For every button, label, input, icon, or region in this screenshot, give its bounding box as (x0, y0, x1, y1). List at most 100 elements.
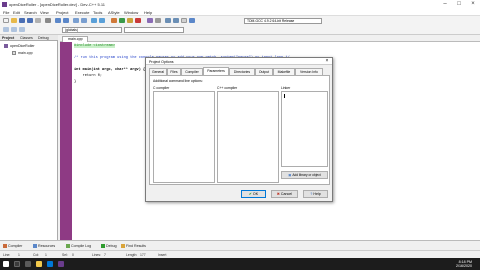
menu-astyle[interactable]: AStyle (108, 10, 120, 15)
save-all-icon[interactable] (27, 18, 33, 23)
debug-check-icon (101, 244, 105, 248)
replace-icon[interactable] (81, 18, 87, 23)
compiler-select[interactable]: TDM-GCC 4.9.2 64-bit Release (244, 18, 322, 24)
menu-view[interactable]: View (40, 10, 49, 15)
cancel-label: Cancel (280, 192, 293, 196)
devcpp-taskbar-icon[interactable] (58, 261, 64, 267)
desktop-screen: openDiceRoller - [openDiceRoller.dev] - … (0, 0, 480, 270)
task-view-icon[interactable] (25, 261, 31, 267)
search-icon[interactable] (14, 261, 20, 267)
tab-classes[interactable]: Classes (20, 36, 33, 40)
cpp-compiler-textarea[interactable] (217, 91, 279, 183)
find-results-icon (121, 244, 125, 248)
tab-makefile[interactable]: Makefile (273, 68, 295, 75)
cpp-compiler-label: C++ compiler (217, 86, 238, 90)
run-icon[interactable] (119, 18, 125, 23)
cancel-button[interactable]: ✖Cancel (271, 190, 298, 198)
toolbar: TDM-GCC 4.9.2 64-bit Release (globals) (0, 16, 480, 35)
clock[interactable]: 8:18 PM 2/16/2020 (456, 260, 472, 268)
new-file-icon[interactable] (3, 18, 9, 23)
tab-compile-log-label: Compile Log (71, 244, 92, 248)
menu-window[interactable]: Window (124, 10, 138, 15)
scope-select[interactable]: (globals) (62, 27, 122, 33)
tab-compile-log[interactable]: Compile Log (66, 244, 91, 248)
symbol-select[interactable] (124, 27, 184, 33)
title-bar: openDiceRoller - [openDiceRoller.dev] - … (0, 0, 480, 9)
close-button[interactable]: × (466, 0, 480, 9)
tree-project-node[interactable]: openDiceRoller (4, 44, 35, 48)
dialog-title: Project Options (149, 59, 174, 64)
unindent-icon[interactable] (99, 18, 105, 23)
ok-button[interactable]: ✔OK (241, 190, 266, 198)
class-icon[interactable] (173, 18, 179, 23)
profile-icon[interactable] (155, 18, 161, 23)
debug-icon[interactable] (147, 18, 153, 23)
options-icon[interactable] (181, 18, 187, 23)
c-compiler-textarea[interactable] (153, 91, 215, 183)
toggle-bookmark-icon[interactable] (11, 27, 17, 32)
tab-project[interactable]: Project (2, 36, 14, 40)
menu-edit[interactable]: Edit (13, 10, 20, 15)
help-label: Help (313, 192, 321, 196)
maximize-button[interactable]: □ (452, 0, 466, 9)
tab-resources[interactable]: Resources (33, 244, 55, 248)
tab-version-info[interactable]: Version Info (295, 68, 323, 75)
goto-bookmark-icon[interactable] (19, 27, 25, 32)
check-icon: ✔ (248, 192, 252, 196)
compile-run-icon[interactable] (127, 18, 133, 23)
add-library-button[interactable]: ▣Add library or object (281, 171, 328, 179)
compile-icon[interactable] (111, 18, 117, 23)
find-icon[interactable] (73, 18, 79, 23)
tab-output[interactable]: Output (255, 68, 273, 75)
project-icon[interactable] (165, 18, 171, 23)
undo-icon[interactable] (55, 18, 61, 23)
status-col-label: Col: (33, 253, 40, 257)
menu-project[interactable]: Project (56, 10, 68, 15)
tab-compiler-label: Compiler (8, 244, 23, 248)
insert-icon[interactable] (3, 27, 9, 32)
tree-file-node[interactable]: main.cpp (12, 51, 33, 55)
code-line: #include <iostream> (74, 44, 115, 48)
save-icon[interactable] (19, 18, 25, 23)
clock-date: 2/16/2020 (456, 264, 472, 268)
tab-compiler-options[interactable]: Compiler (181, 68, 203, 75)
menu-search[interactable]: Search (24, 10, 37, 15)
indent-icon[interactable] (91, 18, 97, 23)
status-mode: Insert (158, 253, 167, 257)
project-options-dialog: Project Options × General Files Compiler… (145, 57, 333, 202)
menu-execute[interactable]: Execute (75, 10, 89, 15)
code-line: return 0; (74, 74, 103, 78)
help-button[interactable]: ?Help (303, 190, 328, 198)
linker-textarea[interactable] (281, 91, 328, 167)
dialog-close-button[interactable]: × (324, 58, 330, 65)
tab-general[interactable]: General (149, 68, 167, 75)
menu-help[interactable]: Help (144, 10, 152, 15)
redo-icon[interactable] (63, 18, 69, 23)
code-line: } (74, 80, 77, 84)
file-icon (12, 51, 16, 55)
rebuild-icon[interactable] (135, 18, 141, 23)
edge-icon[interactable] (47, 261, 53, 267)
print-icon[interactable] (45, 18, 51, 23)
tab-resources-label: Resources (38, 244, 56, 248)
status-lines-value: 7 (104, 253, 106, 257)
tab-directories[interactable]: Directories (229, 68, 255, 75)
close-file-icon[interactable] (35, 18, 41, 23)
c-compiler-label: C compiler (153, 86, 170, 90)
open-folder-icon[interactable] (11, 18, 17, 23)
help-icon[interactable] (189, 18, 195, 23)
tab-parameters[interactable]: Parameters (203, 67, 229, 75)
tab-compiler[interactable]: Compiler (3, 244, 22, 248)
file-explorer-icon[interactable] (36, 261, 42, 267)
additional-options-label: Additional command line options: (153, 79, 203, 83)
line-gutter (60, 42, 72, 240)
tab-files[interactable]: Files (167, 68, 181, 75)
minimize-button[interactable]: – (438, 0, 452, 9)
tab-find-results[interactable]: Find Results (121, 244, 146, 248)
menu-file[interactable]: File (3, 10, 9, 15)
bottom-panel-tabs: Compiler Resources Compile Log Debug Fin… (0, 240, 480, 250)
tab-debug-bottom[interactable]: Debug (101, 244, 117, 248)
menu-tools[interactable]: Tools (93, 10, 102, 15)
start-icon[interactable] (3, 261, 9, 267)
tab-debug[interactable]: Debug (38, 36, 49, 40)
